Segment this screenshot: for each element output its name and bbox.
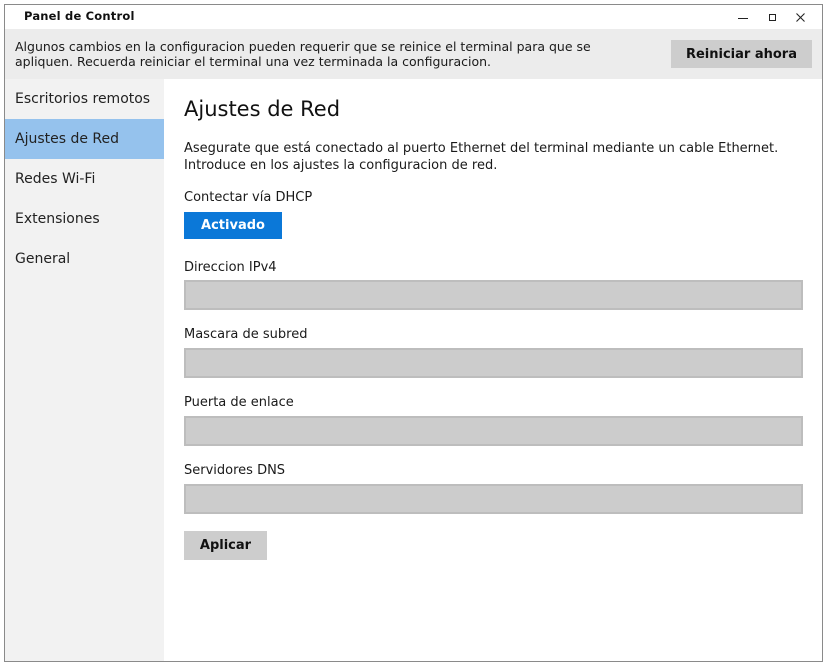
dhcp-label: Contectar vía DHCP xyxy=(184,190,313,205)
sidebar-item-network-settings[interactable]: Ajustes de Red xyxy=(5,119,164,159)
ipv4-input[interactable] xyxy=(184,280,803,310)
page-title: Ajustes de Red xyxy=(184,97,341,121)
window-title: Panel de Control xyxy=(24,9,135,23)
restart-notice-bar: Algunos cambios en la configuracion pued… xyxy=(5,29,822,79)
maximize-button[interactable] xyxy=(762,7,782,27)
restart-now-button[interactable]: Reiniciar ahora xyxy=(671,40,812,68)
dns-servers-label: Servidores DNS xyxy=(184,463,286,478)
close-button[interactable] xyxy=(790,7,810,27)
page-description: Asegurate que está conectado al puerto E… xyxy=(184,141,779,173)
apply-button[interactable]: Aplicar xyxy=(184,531,267,560)
subnet-mask-label: Mascara de subred xyxy=(184,327,308,342)
sidebar-item-wifi-networks[interactable]: Redes Wi-Fi xyxy=(5,159,164,199)
sidebar-item-remote-desktops[interactable]: Escritorios remotos xyxy=(5,79,164,119)
gateway-label: Puerta de enlace xyxy=(184,395,294,410)
subnet-mask-input[interactable] xyxy=(184,348,803,378)
sidebar-item-general[interactable]: General xyxy=(5,239,164,279)
dhcp-toggle-button[interactable]: Activado xyxy=(184,212,282,239)
title-bar[interactable]: Panel de Control xyxy=(5,5,822,29)
restart-notice-text: Algunos cambios en la configuracion pued… xyxy=(15,39,591,69)
minimize-button[interactable] xyxy=(733,7,753,27)
close-icon xyxy=(795,12,805,22)
sidebar: Escritorios remotos Ajustes de Red Redes… xyxy=(5,79,164,661)
sidebar-item-extensions[interactable]: Extensiones xyxy=(5,199,164,239)
maximize-icon xyxy=(768,13,776,21)
control-panel-window: Panel de Control Algunos cambios en la c… xyxy=(4,4,823,662)
network-settings-panel: Ajustes de Red Asegurate que está conect… xyxy=(164,79,822,661)
minimize-icon xyxy=(738,17,748,19)
dns-servers-input[interactable] xyxy=(184,484,803,514)
gateway-input[interactable] xyxy=(184,416,803,446)
ipv4-label: Direccion IPv4 xyxy=(184,260,277,275)
